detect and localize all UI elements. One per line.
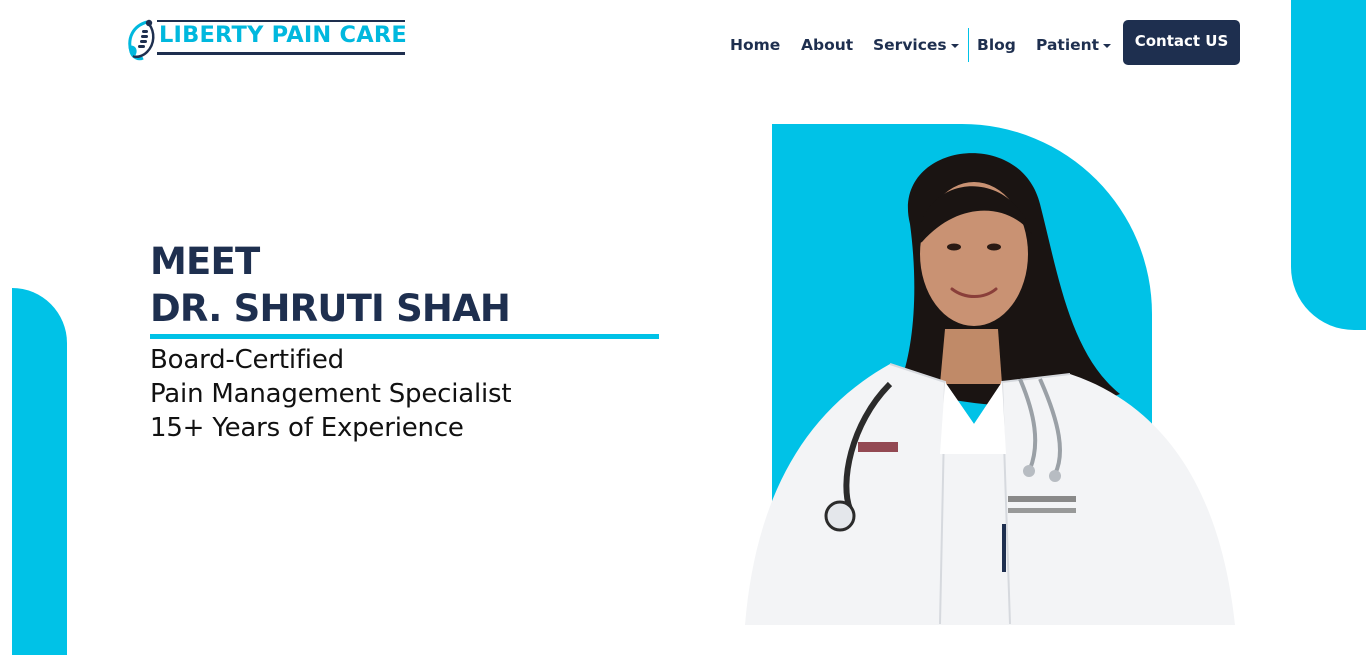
hero-specialty-line: Pain Management Specialist (150, 379, 512, 409)
doctor-portrait-image (745, 153, 1235, 625)
site-logo[interactable]: LIBERTY PAIN CARE (125, 18, 407, 62)
nav-blog-label: Blog (977, 36, 1016, 54)
nav-services-dropdown[interactable]: Services (873, 32, 959, 58)
nav-blog[interactable]: Blog (977, 32, 1016, 58)
decorative-shape-left (12, 288, 67, 655)
nav-home[interactable]: Home (730, 32, 780, 58)
nav-patient-dropdown[interactable]: Patient (1036, 32, 1112, 58)
hero-heading-line2: DR. SHRUTI SHAH (150, 287, 511, 330)
nav-about-label: About (801, 36, 854, 54)
nav-home-label: Home (730, 36, 781, 54)
spine-logo-icon (128, 19, 155, 61)
logo-underline (157, 52, 405, 55)
nav-patient-label: Patient (1036, 36, 1100, 54)
chevron-down-icon (950, 43, 959, 48)
hero-experience-line: 15+ Years of Experience (150, 413, 464, 443)
decorative-shape-right (1291, 0, 1366, 330)
nav-services-label: Services (873, 36, 947, 54)
hero-heading-line1: MEET (150, 240, 260, 283)
chevron-down-icon (1103, 43, 1112, 48)
nav-about[interactable]: About (801, 32, 853, 58)
hero-credential-line: Board-Certified (150, 345, 344, 375)
hero-heading: MEET DR. SHRUTI SHAH (150, 238, 511, 332)
hero-subtitle: Board-Certified Pain Management Speciali… (150, 343, 512, 445)
hero-accent-rule (150, 334, 659, 339)
nav-divider (968, 28, 969, 62)
logo-text: LIBERTY PAIN CARE (159, 22, 407, 48)
contact-us-button[interactable]: Contact US (1123, 20, 1240, 65)
